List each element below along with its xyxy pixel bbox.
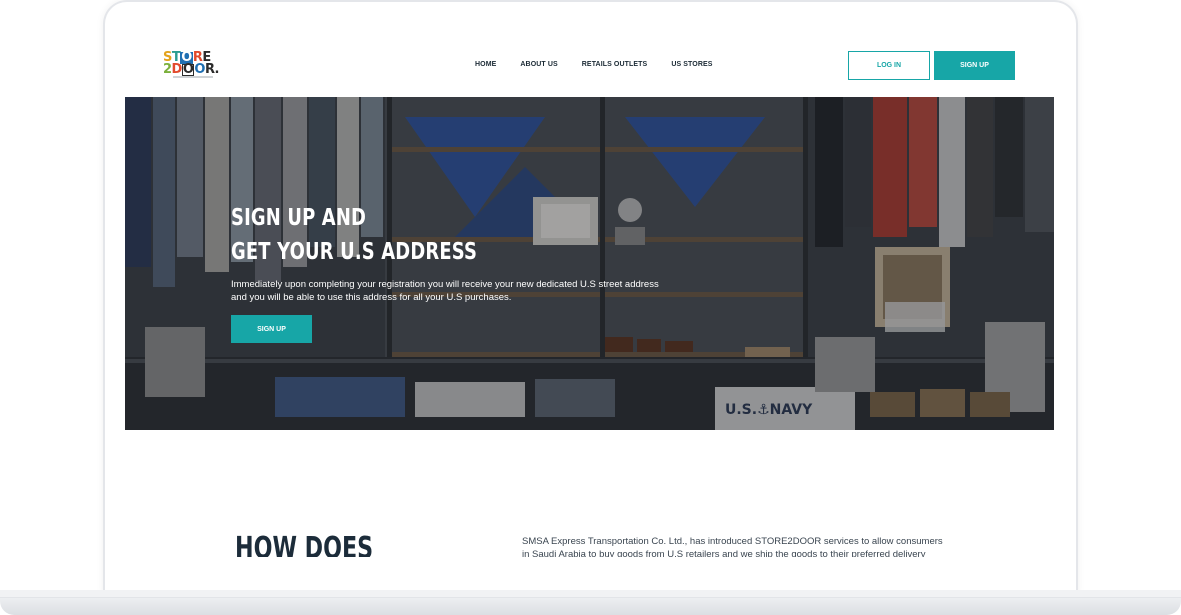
hero-description: Immediately upon completing your registr… bbox=[231, 278, 701, 304]
nav-us-stores[interactable]: US STORES bbox=[671, 61, 712, 68]
signup-button[interactable]: SIGN UP bbox=[934, 51, 1015, 80]
nav-retails-outlets[interactable]: RETAILS OUTLETS bbox=[582, 61, 648, 68]
how-it-works-text: SMSA Express Transportation Co. Ltd., ha… bbox=[522, 535, 982, 557]
how-it-works-text-line-1: SMSA Express Transportation Co. Ltd., ha… bbox=[522, 536, 943, 547]
store2door-logo[interactable]: S T O R E 2 D O O R . bbox=[163, 51, 223, 80]
how-it-works-text-line-2: in Saudi Arabia to buy goods from U.S re… bbox=[522, 549, 926, 557]
logo-letter: R bbox=[204, 62, 215, 77]
logo-letter: 2 bbox=[163, 62, 172, 77]
how-it-works-heading: HOW DOES bbox=[235, 531, 374, 557]
hero-title: SIGN UP AND GET YOUR U.S ADDRESS bbox=[231, 201, 477, 269]
hero-signup-button[interactable]: SIGN UP bbox=[231, 315, 312, 343]
laptop-base bbox=[0, 590, 1181, 615]
main-navigation: HOME ABOUT US RETAILS OUTLETS US STORES bbox=[475, 61, 737, 68]
login-button[interactable]: LOG IN bbox=[848, 51, 930, 80]
hero-title-line-2: GET YOUR U.S ADDRESS bbox=[231, 239, 478, 265]
hero-description-line-1: Immediately upon completing your registr… bbox=[231, 279, 659, 290]
logo-letter: D bbox=[171, 62, 183, 77]
logo-tagline-mark bbox=[173, 76, 213, 78]
nav-about-us[interactable]: ABOUT US bbox=[520, 61, 557, 68]
hero-title-line-1: SIGN UP AND bbox=[231, 205, 367, 231]
hero-description-line-2: and you will be able to use this address… bbox=[231, 292, 512, 303]
logo-row-2: 2 D O O R . bbox=[163, 62, 223, 77]
logo-letter: O bbox=[194, 62, 205, 77]
site-header: S T O R E 2 D O O R . HOME ABOUT US RETA… bbox=[125, 35, 1054, 97]
nav-home[interactable]: HOME bbox=[475, 61, 496, 68]
logo-letter: . bbox=[214, 62, 219, 77]
logo-letter: O bbox=[181, 62, 195, 77]
hero-banner: U.S.⚓NAVY SIGN UP AND GET YOUR U.S ADDRE… bbox=[125, 97, 1054, 430]
browser-viewport: S T O R E 2 D O O R . HOME ABOUT US RETA… bbox=[125, 35, 1054, 557]
